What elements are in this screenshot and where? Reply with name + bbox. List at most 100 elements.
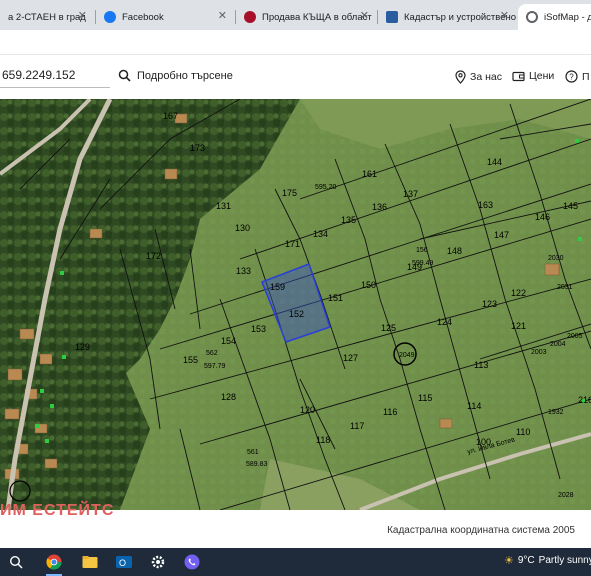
parcel-label-146: 146 [535, 212, 550, 222]
parcel-label-2031: 2031 [557, 284, 573, 291]
parcel-label-216: 216 [578, 395, 591, 405]
chrome-page-icon [526, 11, 538, 23]
parcel-label-145: 145 [563, 201, 578, 211]
tab-cadastre[interactable]: Кадастър и устройствено ✕ [378, 4, 518, 30]
parcel-label-135: 135 [341, 215, 356, 225]
parcel-label-116: 116 [383, 407, 397, 417]
point-label: 589.83 [246, 461, 268, 468]
weather-sun-icon: ☀ [504, 555, 514, 567]
parcel-label-124: 124 [437, 317, 452, 327]
location-pin-icon [455, 70, 466, 84]
close-icon[interactable]: ✕ [360, 9, 369, 22]
parcel-label-131: 131 [216, 201, 231, 211]
point-label: 2049 [399, 352, 415, 359]
parcel-label-154: 154 [221, 336, 236, 346]
wallet-icon [512, 71, 525, 81]
tab-label: Facebook [122, 11, 164, 23]
search-icon [118, 69, 131, 82]
svg-text:O: O [119, 558, 126, 568]
parcel-label-1932: 1932 [548, 409, 564, 416]
point-label: 562 [206, 350, 218, 357]
browser-tab-strip: а 2-СТАЕН в град ✕ Facebook ✕ Продава КЪ… [0, 0, 591, 30]
parcel-label-115: 115 [418, 393, 432, 403]
advanced-search-label: Подробно търсене [137, 69, 233, 82]
parcel-label-175: 175 [282, 188, 297, 198]
help-label: П [582, 70, 590, 83]
advanced-search-button[interactable]: Подробно търсене [118, 69, 233, 82]
parcel-label-167: 167 [163, 111, 178, 121]
coordinates-input[interactable]: 659.2249.152 [0, 68, 110, 88]
parcel-label-114: 114 [467, 401, 481, 411]
parcel-label-118: 118 [316, 435, 330, 445]
tab-label: а 2-СТАЕН в град [8, 11, 86, 23]
parcel-label-2030: 2030 [548, 255, 564, 262]
parcel-label-163: 163 [478, 200, 493, 210]
address-bar-area[interactable] [0, 30, 591, 55]
parcel-label-152: 152 [289, 309, 304, 319]
parcel-label-133: 133 [236, 266, 251, 276]
parcel-label-2028: 2028 [558, 492, 574, 499]
site-header: 659.2249.152 Подробно търсене За нас Цен… [0, 55, 591, 99]
tab-label: Продава КЪЩА в област [262, 11, 372, 23]
chrome-icon[interactable] [44, 552, 64, 572]
parcel-label-150: 150 [361, 280, 376, 290]
parcel-label-113: 113 [474, 360, 488, 370]
point-label: 156 [416, 247, 428, 254]
parcel-label-171: 171 [285, 239, 300, 249]
parcel-label-2005: 2005 [567, 333, 583, 340]
watermark-text: ИМ ЕСТЕЙТС [0, 502, 115, 519]
parcel-label-134: 134 [313, 229, 328, 239]
parcel-label-125: 125 [381, 323, 396, 333]
weather-temp: 9°C [517, 555, 535, 566]
tab-house-listing[interactable]: Продава КЪЩА в област ✕ [236, 4, 378, 30]
parcel-label-110: 110 [516, 427, 530, 437]
about-label: За нас [470, 71, 502, 83]
parcel-label-122: 122 [511, 288, 526, 298]
parcel-label-144: 144 [487, 157, 502, 167]
parcel-label-155: 155 [183, 355, 198, 365]
parcel-label-117: 117 [350, 421, 364, 431]
parcel-label-121: 121 [511, 321, 526, 331]
parcel-label-161: 161 [362, 169, 377, 179]
tab-facebook[interactable]: Facebook ✕ [96, 4, 236, 30]
tab-apartment[interactable]: а 2-СТАЕН в град ✕ [0, 4, 96, 30]
parcel-label-159: 159 [270, 282, 285, 292]
help-icon: ? [565, 70, 578, 83]
close-icon[interactable]: ✕ [218, 9, 227, 22]
parcel-label-151: 151 [328, 293, 343, 303]
site-red-icon [244, 11, 256, 23]
point-label: 599.49 [412, 260, 434, 267]
parcel-label-153: 153 [251, 324, 266, 334]
help-link[interactable]: ? П [565, 70, 590, 83]
parcel-label-172: 172 [146, 251, 161, 261]
prices-label: Цени [529, 70, 555, 82]
point-label: 595.20 [315, 184, 337, 191]
parcel-label-2003: 2003 [531, 349, 547, 356]
parcel-label-120: 120 [300, 405, 315, 415]
close-icon[interactable]: ✕ [78, 9, 87, 22]
weather-text: Partly sunny [538, 555, 591, 566]
file-explorer-icon[interactable] [80, 552, 100, 572]
tab-label: iSofMap - дос [544, 11, 591, 23]
parcel-label-129: 129 [75, 342, 90, 352]
cadastre-icon [386, 11, 398, 23]
search-icon[interactable] [6, 552, 26, 572]
parcel-label-136: 136 [372, 202, 387, 212]
svg-text:?: ? [569, 73, 574, 82]
tab-isofmap[interactable]: iSofMap - дос [518, 4, 591, 30]
close-icon[interactable]: ✕ [500, 9, 509, 22]
parcel-label-137: 137 [403, 189, 418, 199]
windows-taskbar: O ☀ 9°C Partly sunny [0, 548, 591, 576]
facebook-icon [104, 11, 116, 23]
parcel-label-128: 128 [221, 392, 236, 402]
map-canvas[interactable]: 144 161 137 163 146 145 175 135 136 147 … [0, 99, 591, 510]
weather-widget[interactable]: ☀ 9°C Partly sunny [504, 554, 591, 567]
parcel-label-2004: 2004 [550, 341, 566, 348]
settings-gear-icon[interactable] [148, 552, 168, 572]
parcel-label-123: 123 [482, 299, 497, 309]
viber-icon[interactable] [182, 552, 202, 572]
about-link[interactable]: За нас [455, 70, 502, 84]
prices-link[interactable]: Цени [512, 70, 554, 82]
cadastral-map[interactable]: 144 161 137 163 146 145 175 135 136 147 … [0, 99, 591, 510]
outlook-icon[interactable]: O [114, 552, 134, 572]
